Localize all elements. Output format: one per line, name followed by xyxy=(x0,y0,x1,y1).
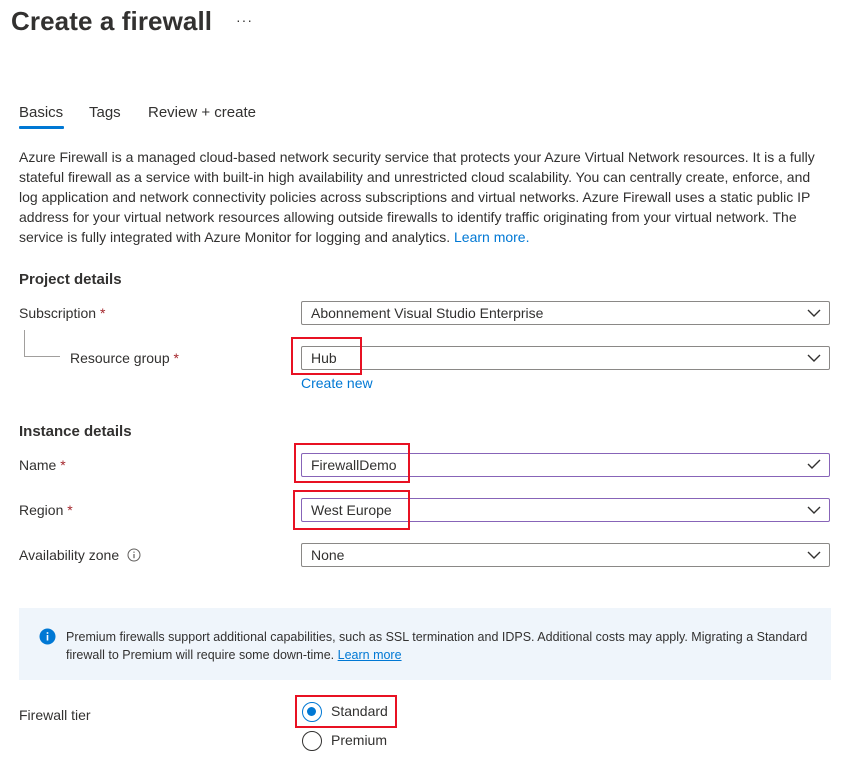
learn-more-link[interactable]: Learn more. xyxy=(454,229,529,245)
chevron-down-icon xyxy=(807,309,821,317)
project-details-heading: Project details xyxy=(19,271,122,288)
description: Azure Firewall is a managed cloud-based … xyxy=(19,147,819,247)
resource-group-label: Resource group * xyxy=(70,350,179,366)
description-text: Azure Firewall is a managed cloud-based … xyxy=(19,149,815,245)
availability-zone-label: Availability zone xyxy=(19,547,141,563)
tree-connector-horizontal xyxy=(24,356,60,357)
subscription-label: Subscription * xyxy=(19,305,105,321)
subscription-dropdown[interactable]: Abonnement Visual Studio Enterprise xyxy=(301,301,830,325)
create-new-link[interactable]: Create new xyxy=(301,375,373,391)
region-label-text: Region xyxy=(19,502,64,518)
tab-tags[interactable]: Tags xyxy=(89,104,121,121)
name-label-text: Name xyxy=(19,457,57,473)
info-banner-message: Premium firewalls support additional cap… xyxy=(66,630,808,662)
active-tab-indicator xyxy=(19,126,64,129)
instance-details-heading: Instance details xyxy=(19,423,132,440)
region-label: Region * xyxy=(19,502,73,518)
chevron-down-icon xyxy=(807,354,821,362)
required-mark: * xyxy=(67,502,73,518)
tab-basics[interactable]: Basics xyxy=(19,104,63,121)
subscription-label-text: Subscription xyxy=(19,305,97,321)
resource-group-dropdown[interactable]: Hub xyxy=(301,346,830,370)
premium-radio[interactable] xyxy=(302,731,322,751)
availability-zone-dropdown[interactable]: None xyxy=(301,543,830,567)
chevron-down-icon xyxy=(807,506,821,514)
availability-zone-label-text: Availability zone xyxy=(19,547,120,563)
highlight-box xyxy=(291,337,362,375)
availability-zone-value: None xyxy=(311,547,345,563)
checkmark-icon xyxy=(807,459,821,469)
tab-review-create[interactable]: Review + create xyxy=(148,104,256,121)
required-mark: * xyxy=(60,457,66,473)
info-banner-text: Premium firewalls support additional cap… xyxy=(66,628,816,664)
info-learn-more-link[interactable]: Learn more xyxy=(338,648,402,662)
tree-connector-vertical xyxy=(24,330,25,357)
required-mark: * xyxy=(173,350,179,366)
page-title: Create a firewall xyxy=(11,6,213,36)
chevron-down-icon xyxy=(807,551,821,559)
highlight-box xyxy=(293,490,410,530)
required-mark: * xyxy=(99,305,106,321)
resource-group-label-text: Resource group xyxy=(70,350,170,366)
name-label: Name * xyxy=(19,457,66,473)
premium-radio-label[interactable]: Premium xyxy=(331,732,387,748)
highlight-box xyxy=(295,695,397,728)
info-icon[interactable] xyxy=(127,548,141,562)
highlight-box xyxy=(294,443,410,483)
firewall-tier-label: Firewall tier xyxy=(19,707,91,723)
more-options-button[interactable]: ··· xyxy=(236,12,253,28)
subscription-value: Abonnement Visual Studio Enterprise xyxy=(311,305,544,321)
info-filled-icon xyxy=(39,628,56,645)
